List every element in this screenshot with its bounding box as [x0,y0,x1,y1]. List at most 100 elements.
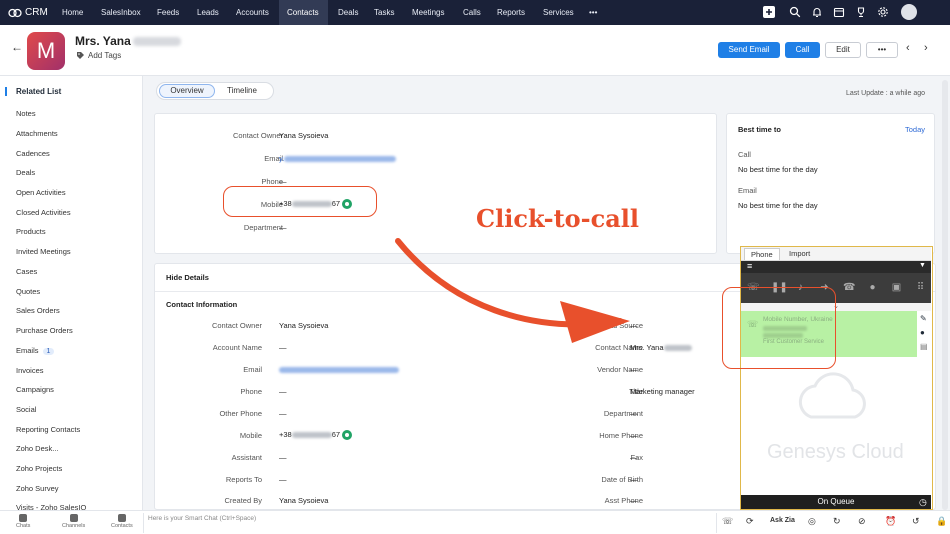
on-queue-status[interactable]: On Queue ◷ [741,495,931,509]
dialpad-icon[interactable]: ⠿ [915,282,926,293]
detail-value-phone: — [279,387,287,396]
sidebar-item-attachments[interactable]: Attachments [16,129,58,138]
ask-zia-button[interactable]: Ask Zia [770,517,795,524]
snooze-icon[interactable]: ⊘ [858,516,866,527]
calendar-icon[interactable] [833,6,845,18]
nav-contacts[interactable]: Contacts [287,8,319,17]
phone-icon[interactable]: ☏ [722,516,733,527]
nav-services[interactable]: Services [543,8,574,17]
hangup-icon[interactable]: ☎ [843,282,855,293]
summary-label-department: Department [243,223,283,232]
redacted-mobile [291,432,332,439]
nav-leads[interactable]: Leads [197,8,219,17]
best-time-email-value: No best time for the day [738,201,818,210]
search-icon[interactable] [789,6,801,18]
sidebar-item-invoices[interactable]: Invoices [16,366,44,375]
best-time-today-link[interactable]: Today [905,125,925,134]
sidebar-item-products[interactable]: Products [16,227,46,236]
hamburger-icon[interactable]: ≡ [747,261,752,271]
on-queue-label: On Queue [817,497,855,506]
edit-pencil-icon[interactable]: ✎ [920,314,927,323]
sidebar-item-deals[interactable]: Deals [16,168,35,177]
nav-home[interactable]: Home [62,8,83,17]
summary-value-email[interactable]: y. [279,154,397,163]
add-tags-label: Add Tags [88,51,122,60]
send-email-button[interactable]: Send Email [718,42,780,58]
sidebar-item-cases[interactable]: Cases [16,267,37,276]
nav-deals[interactable]: Deals [338,8,358,17]
clock-icon[interactable]: ◷ [919,495,927,509]
phone-tab[interactable]: Phone [744,248,780,260]
sidebar-item-sales-orders[interactable]: Sales Orders [16,306,60,315]
sync-icon[interactable]: ⟳ [746,516,754,527]
user-avatar[interactable] [901,4,917,20]
detail-label-mobile: Mobile [239,431,262,440]
nav-salesinbox[interactable]: SalesInbox [101,8,141,17]
sidebar-item-zoho-projects[interactable]: Zoho Projects [16,464,62,473]
sidebar-item-notes[interactable]: Notes [16,109,36,118]
detail-value-fax: — [630,453,638,462]
document-icon[interactable]: ▤ [920,342,928,351]
chats-button[interactable]: Chats [16,514,30,529]
sidebar-item-quotes[interactable]: Quotes [16,287,40,296]
sidebar-item-zoho-desk[interactable]: Zoho Desk... [16,444,59,453]
hide-details-link[interactable]: Hide Details [166,273,209,282]
channels-button[interactable]: Channels [62,514,85,529]
sidebar-item-purchase-orders[interactable]: Purchase Orders [16,326,73,335]
nav-tasks[interactable]: Tasks [374,8,394,17]
more-actions-button[interactable]: ••• [866,42,898,58]
sidebar-item-campaigns[interactable]: Campaigns [16,385,54,394]
detail-value-created-by: Yana Sysoieva [279,496,329,505]
sidebar-item-open-activities[interactable]: Open Activities [16,188,66,197]
record-icon[interactable]: ● [867,282,878,293]
dropdown-chevron-icon[interactable]: ▼ [919,262,926,269]
back-arrow-icon[interactable]: ← [11,40,23,54]
gear-icon[interactable] [877,6,889,18]
trophy-icon[interactable] [855,6,867,18]
sidebar-item-zoho-survey[interactable]: Zoho Survey [16,484,59,493]
sidebar-item-emails-label: Emails [16,346,39,355]
sidebar-item-invited-meetings[interactable]: Invited Meetings [16,247,71,256]
bottom-divider [143,513,144,533]
detail-value-home-phone: — [630,431,638,440]
history-icon[interactable]: ↺ [912,516,920,527]
nav-accounts[interactable]: Accounts [236,8,269,17]
nav-more[interactable]: ••• [589,8,597,17]
person-icon[interactable]: ● [920,328,925,337]
edit-button[interactable]: Edit [825,42,861,58]
contacts-button[interactable]: Contacts [111,514,133,529]
tab-timeline[interactable]: Timeline [227,86,257,95]
next-record-icon[interactable]: › [924,42,928,54]
import-tab[interactable]: Import [789,249,810,258]
previous-record-icon[interactable]: ‹ [906,42,910,54]
related-list-sidebar: Related List Notes Attachments Cadences … [0,76,143,512]
sidebar-item-social[interactable]: Social [16,405,36,414]
sidebar-item-closed-activities[interactable]: Closed Activities [16,208,71,217]
call-button[interactable]: Call [785,42,820,58]
nav-reports[interactable]: Reports [497,8,525,17]
nav-calls[interactable]: Calls [463,8,481,17]
sidebar-item-reporting-contacts[interactable]: Reporting Contacts [16,425,80,434]
detail-value-mobile[interactable]: +38 67 [279,430,353,441]
tab-overview[interactable]: Overview [159,84,215,98]
nav-meetings[interactable]: Meetings [412,8,444,17]
plus-icon[interactable] [763,6,775,18]
lock-icon[interactable]: 🔒 [936,516,947,527]
sidebar-item-cadences[interactable]: Cadences [16,149,50,158]
zia-icon[interactable]: ◎ [808,516,816,527]
sidebar-item-emails[interactable]: Emails 1 [16,346,55,355]
alarm-icon[interactable]: ⏰ [885,516,896,527]
add-tags[interactable]: Add Tags [76,51,121,60]
nav-feeds[interactable]: Feeds [157,8,179,17]
page-scrollbar[interactable] [942,80,948,510]
refresh-icon[interactable]: ↻ [833,516,841,527]
smart-chat-input[interactable]: Here is your Smart Chat (Ctrl+Space) [148,515,256,522]
genesys-phone-panel: Phone Import ≡ ▼ ☏ ❚❚ ♪ ➜ ☎ ● ▣ ⠿ ⌄ ☏ Mo… [740,246,933,510]
whatsapp-icon[interactable] [342,430,353,441]
redacted-surname [663,345,692,352]
lock-icon[interactable]: ▣ [891,282,902,293]
tag-icon [77,52,84,59]
bell-icon[interactable] [811,6,823,18]
crm-logo[interactable]: CRM [8,7,48,18]
detail-value-email[interactable] [279,365,399,374]
